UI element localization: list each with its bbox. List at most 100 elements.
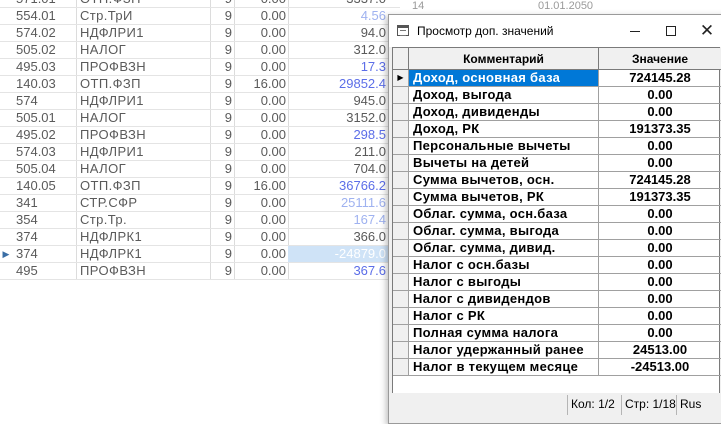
row-indicator[interactable] (393, 206, 409, 223)
column-header-value[interactable]: Значение (599, 48, 721, 70)
background-table-row[interactable]: ▶ 374 НДФЛРК1 9 0.00 -24879.0 (0, 246, 400, 263)
background-table-row[interactable]: 354 Стр.Тр. 9 0.00 167.4 (0, 212, 400, 229)
cell-comment[interactable]: Налог с дивидендов (409, 291, 599, 308)
grid-row[interactable]: Налог с выгоды 0.00 (393, 274, 721, 291)
values-grid[interactable]: Комментарий Значение ▶ Доход, основная ба… (392, 47, 721, 394)
cell-comment[interactable]: Доход, основная база (409, 70, 599, 87)
grid-row[interactable]: Облаг. сумма, дивид. 0.00 (393, 240, 721, 257)
cell-comment[interactable]: Налог с выгоды (409, 274, 599, 291)
grid-row[interactable]: Налог удержанный ранее 24513.00 (393, 342, 721, 359)
cell-comment[interactable]: Облаг. сумма, осн.база (409, 206, 599, 223)
grid-row[interactable]: Облаг. сумма, осн.база 0.00 (393, 206, 721, 223)
cell-comment[interactable]: Облаг. сумма, дивид. (409, 240, 599, 257)
cell-value[interactable]: 0.00 (599, 223, 721, 240)
cell-value[interactable]: 0.00 (599, 274, 721, 291)
grid-row[interactable]: Налог в текущем месяце -24513.00 (393, 359, 721, 376)
background-table-row[interactable]: 571.01 ОТП.ФЗП9 0.00 3337.0 (0, 0, 400, 8)
cell-value[interactable]: 24513.00 (599, 342, 721, 359)
grid-row[interactable]: Доход, дивиденды 0.00 (393, 104, 721, 121)
cell-value[interactable]: 0.00 (599, 138, 721, 155)
row-indicator[interactable] (393, 138, 409, 155)
cell-value[interactable]: 0.00 (599, 308, 721, 325)
grid-row[interactable]: Облаг. сумма, выгода 0.00 (393, 223, 721, 240)
background-table-row[interactable]: 574 НДФЛРИ1 9 0.00 945.0 (0, 93, 400, 110)
cell-comment[interactable]: Доход, РК (409, 121, 599, 138)
row-indicator[interactable] (393, 325, 409, 342)
grid-row[interactable]: ▶ Доход, основная база 724145.28 (393, 70, 721, 87)
cell-comment[interactable]: Доход, дивиденды (409, 104, 599, 121)
row-indicator[interactable] (393, 342, 409, 359)
row-indicator[interactable] (393, 308, 409, 325)
row-indicator[interactable] (393, 121, 409, 138)
grid-row[interactable]: Налог с дивидендов 0.00 (393, 291, 721, 308)
row-indicator[interactable] (393, 223, 409, 240)
dialog-titlebar[interactable]: Просмотр доп. значений ✕ (389, 15, 721, 47)
background-table-row[interactable]: 495.03 ПРОФВЗН 9 0.00 17.3 (0, 59, 400, 76)
row-indicator[interactable] (393, 257, 409, 274)
current-row-icon[interactable]: ▶ (393, 70, 409, 87)
grid-row[interactable]: Сумма вычетов, осн. 724145.28 (393, 172, 721, 189)
grid-row[interactable]: Полная сумма налога 0.00 (393, 325, 721, 342)
background-table-row[interactable]: 140.05 ОТП.ФЗП 9 16.00 36766.2 (0, 178, 400, 195)
background-table-row[interactable]: 505.04 НАЛОГ 9 0.00 704.0 (0, 161, 400, 178)
row-indicator[interactable] (393, 155, 409, 172)
close-button[interactable]: ✕ (689, 15, 721, 47)
background-table-row[interactable]: 505.02 НАЛОГ 9 0.00 312.0 (0, 42, 400, 59)
cell-value[interactable]: 191373.35 (599, 189, 721, 206)
cell-comment[interactable]: Вычеты на детей (409, 155, 599, 172)
cell-value[interactable]: 0.00 (599, 257, 721, 274)
grid-row[interactable]: Налог с осн.базы 0.00 (393, 257, 721, 274)
background-table-row[interactable]: 505.01 НАЛОГ 9 0.00 3152.0 (0, 110, 400, 127)
grid-row[interactable]: Персональные вычеты 0.00 (393, 138, 721, 155)
minimize-button[interactable] (617, 15, 653, 47)
cell-comment[interactable]: Сумма вычетов, РК (409, 189, 599, 206)
grid-row[interactable]: Доход, РК 191373.35 (393, 121, 721, 138)
column-header-comment[interactable]: Комментарий (409, 48, 599, 70)
row-rate: 16.00 (253, 76, 286, 91)
row-indicator[interactable] (393, 274, 409, 291)
cell-comment[interactable]: Полная сумма налога (409, 325, 599, 342)
cell-value[interactable]: -24513.00 (599, 359, 721, 376)
cell-comment[interactable]: Сумма вычетов, осн. (409, 172, 599, 189)
cell-comment[interactable]: Налог в текущем месяце (409, 359, 599, 376)
row-indicator[interactable] (393, 172, 409, 189)
cell-value[interactable]: 0.00 (599, 291, 721, 308)
cell-value[interactable]: 0.00 (599, 206, 721, 223)
row-indicator[interactable] (393, 240, 409, 257)
grid-row[interactable]: Сумма вычетов, РК 191373.35 (393, 189, 721, 206)
cell-comment[interactable]: Персональные вычеты (409, 138, 599, 155)
background-table-row[interactable]: 140.03 ОТП.ФЗП 9 16.00 29852.4 (0, 76, 400, 93)
cell-comment[interactable]: Налог с осн.базы (409, 257, 599, 274)
background-table-row[interactable]: 495 ПРОФВЗН 9 0.00 367.6 (0, 263, 400, 280)
row-amount: 3337.0 (290, 0, 390, 8)
background-table-row[interactable]: 495.02 ПРОФВЗН 9 0.00 298.5 (0, 127, 400, 144)
cell-comment[interactable]: Доход, выгода (409, 87, 599, 104)
grid-row[interactable]: Налог с РК 0.00 (393, 308, 721, 325)
grid-row[interactable]: Доход, выгода 0.00 (393, 87, 721, 104)
background-table-row[interactable]: 574.03 НДФЛРИ1 9 0.00 211.0 (0, 144, 400, 161)
cell-value[interactable]: 724145.28 (599, 172, 721, 189)
maximize-button[interactable] (653, 15, 689, 47)
background-table-row[interactable]: 554.01 Стр.ТрИ 9 0.00 4.56 (0, 8, 400, 25)
cell-value[interactable]: 0.00 (599, 155, 721, 172)
grid-row[interactable]: Вычеты на детей 0.00 (393, 155, 721, 172)
row-rate: 0.00 (260, 195, 286, 210)
cell-comment[interactable]: Налог удержанный ранее (409, 342, 599, 359)
background-table-row[interactable]: 374 НДФЛРК1 9 0.00 366.0 (0, 229, 400, 246)
background-table-row[interactable]: 574.02 НДФЛРИ1 9 0.00 94.0 (0, 25, 400, 42)
row-indicator[interactable] (393, 87, 409, 104)
cell-value[interactable]: 0.00 (599, 87, 721, 104)
row-indicator[interactable] (393, 104, 409, 121)
cell-value[interactable]: 0.00 (599, 325, 721, 342)
cell-comment[interactable]: Облаг. сумма, выгода (409, 223, 599, 240)
background-table-row[interactable]: 341 СТР.СФР 9 0.00 25111.6 (0, 195, 400, 212)
cell-comment[interactable]: Налог с РК (409, 308, 599, 325)
dialog-title: Просмотр доп. значений (417, 24, 554, 38)
row-indicator[interactable] (393, 189, 409, 206)
row-indicator[interactable] (393, 359, 409, 376)
cell-value[interactable]: 191373.35 (599, 121, 721, 138)
cell-value[interactable]: 0.00 (599, 240, 721, 257)
cell-value[interactable]: 724145.28 (599, 70, 721, 87)
row-indicator[interactable] (393, 291, 409, 308)
cell-value[interactable]: 0.00 (599, 104, 721, 121)
